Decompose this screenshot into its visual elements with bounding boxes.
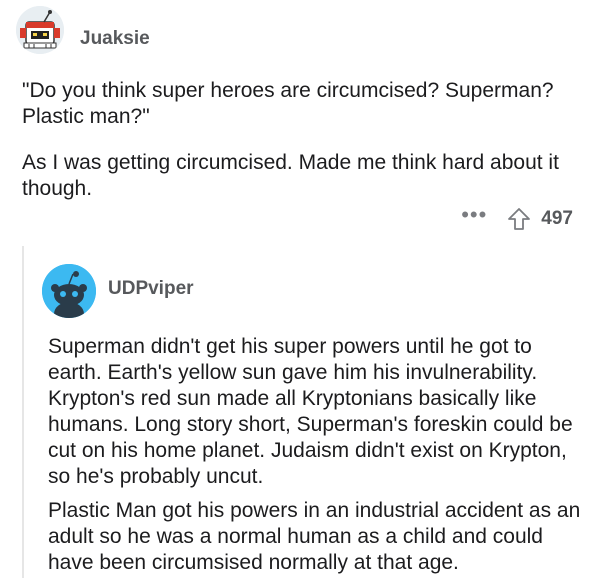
thread-line[interactable] (22, 246, 24, 578)
comment-actions: ••• 497 (461, 204, 573, 232)
reply-paragraph: Plastic Man got his powers in an industr… (48, 499, 581, 574)
vote-count: 497 (541, 208, 573, 229)
comment-thread: Juaksie "Do you think super heroes are c… (0, 0, 599, 578)
vote-control: 497 (507, 207, 573, 231)
more-options-icon[interactable]: ••• (461, 204, 487, 228)
reply-user-avatar[interactable] (42, 264, 96, 318)
upvote-arrow-icon[interactable] (507, 207, 531, 231)
comment-paragraph: "Do you think super heroes are circumcis… (22, 79, 554, 128)
user-avatar[interactable] (16, 6, 64, 54)
comment-username[interactable]: Juaksie (80, 28, 150, 50)
comment-paragraph: As I was getting circumcised. Made me th… (22, 151, 559, 200)
reply-paragraph: Superman didn't get his super powers unt… (48, 335, 573, 488)
snoo-avatar-icon (42, 264, 96, 318)
robot-avatar-icon (16, 6, 64, 54)
reply-username[interactable]: UDPviper (108, 278, 194, 300)
